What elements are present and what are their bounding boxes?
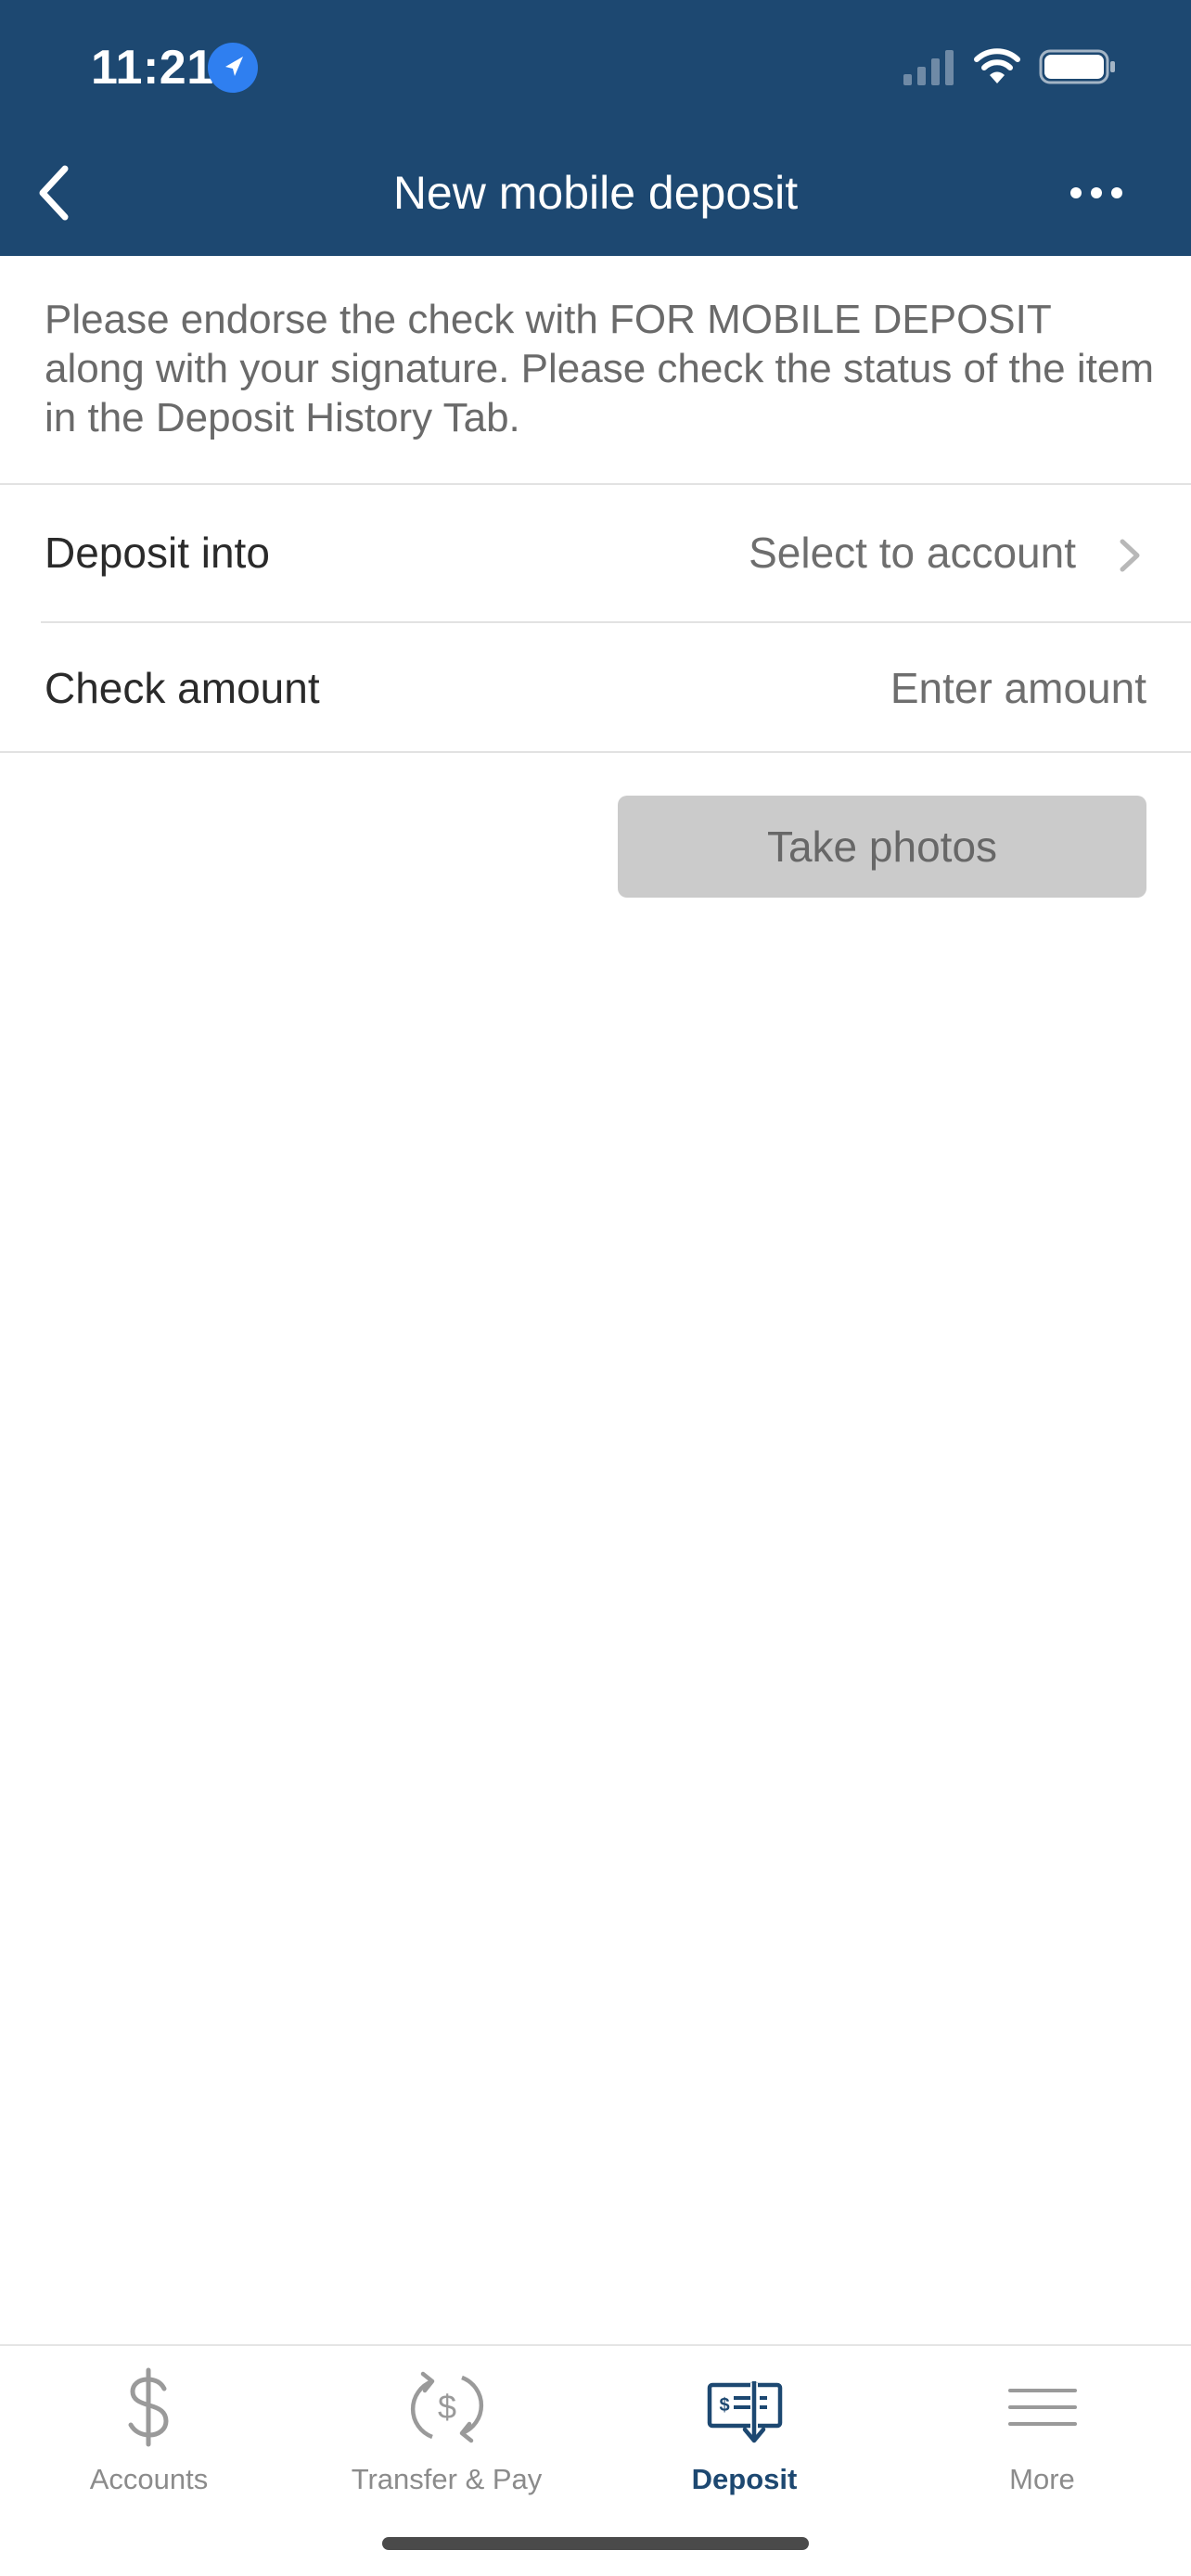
svg-text:$: $ <box>719 2395 729 2416</box>
status-time: 11:21 <box>91 41 214 95</box>
instructions-text: Please endorse the check with FOR MOBILE… <box>45 297 1154 440</box>
tab-deposit[interactable]: $ Deposit <box>596 2346 893 2513</box>
tab-accounts-label: Accounts <box>89 2463 209 2495</box>
tab-more-label: More <box>1009 2463 1075 2495</box>
check-deposit-icon: $ <box>707 2381 782 2443</box>
wifi-icon <box>974 48 1020 83</box>
header: 11:21 New mobile deposit <box>0 0 1191 256</box>
deposit-into-value: Select to account <box>749 529 1076 577</box>
ellipsis-icon <box>1070 187 1122 198</box>
take-photos-button[interactable]: Take photos <box>618 796 1146 898</box>
cellular-signal-icon <box>903 50 954 85</box>
chevron-right-icon <box>1120 539 1140 572</box>
deposit-into-row[interactable]: Deposit into Select to account <box>0 484 1191 621</box>
tab-deposit-label: Deposit <box>691 2463 798 2495</box>
check-amount-label: Check amount <box>45 664 320 712</box>
deposit-into-label: Deposit into <box>45 529 270 577</box>
mobile-deposit-screen: 11:21 New mobile deposit Please endorse … <box>0 0 1191 2576</box>
location-arrow-icon <box>208 43 258 93</box>
home-indicator <box>382 2537 809 2550</box>
menu-icon <box>1007 2389 1077 2426</box>
page-title: New mobile deposit <box>392 167 799 219</box>
tab-transfer-pay-label: Transfer & Pay <box>351 2463 543 2495</box>
check-amount-row: Check amount <box>0 623 1191 751</box>
check-amount-input[interactable] <box>590 660 1146 716</box>
dollar-icon <box>128 2367 169 2447</box>
divider <box>0 751 1191 753</box>
transfer-pay-icon: $ <box>410 2371 483 2443</box>
more-options-button[interactable] <box>1061 167 1132 219</box>
tab-transfer-pay[interactable]: $ Transfer & Pay <box>298 2346 596 2513</box>
tab-accounts[interactable]: Accounts <box>0 2346 298 2513</box>
battery-icon <box>1039 49 1115 84</box>
tab-more[interactable]: More <box>893 2346 1191 2513</box>
svg-text:$: $ <box>437 2388 455 2426</box>
